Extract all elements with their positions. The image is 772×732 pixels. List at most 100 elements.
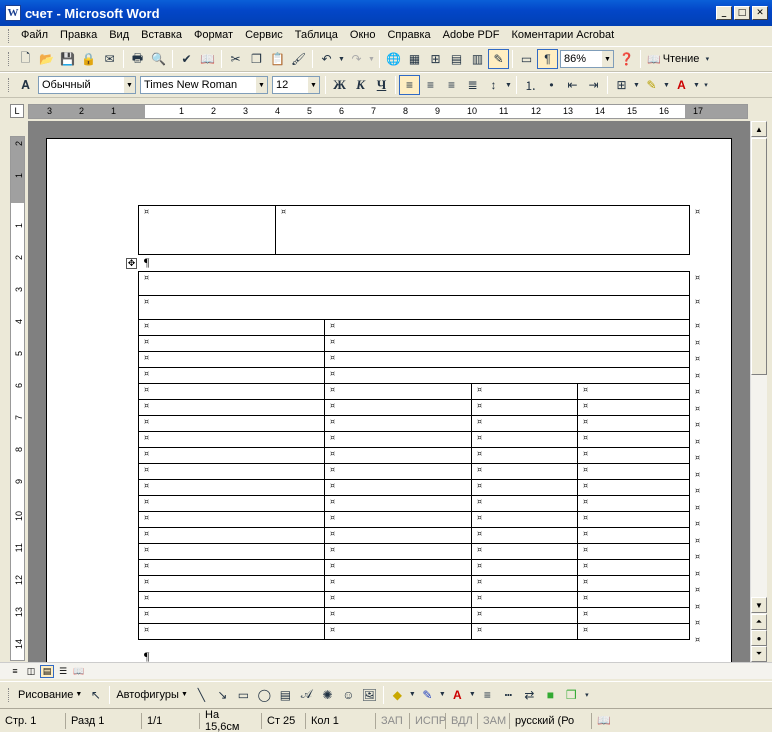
table-cell[interactable]: ¤ [324, 351, 690, 368]
table-cell[interactable]: ¤ [138, 559, 325, 576]
table-cell[interactable]: ¤ [138, 495, 325, 512]
table-cell[interactable]: ¤ [324, 511, 472, 528]
table-cell[interactable]: ¤ [324, 319, 690, 336]
horizontal-ruler[interactable]: 3 2 1 1 2 3 4 5 6 7 8 9 10 11 12 13 14 15 16 17 [28, 104, 748, 119]
table-cell[interactable]: ¤ [324, 335, 690, 352]
line-spacing-dropdown-icon[interactable]: ▼ [504, 75, 513, 95]
copy-icon[interactable]: ❐ [246, 49, 267, 69]
print-layout-icon[interactable]: ▤ [40, 664, 54, 678]
table-cell[interactable]: ¤ [577, 447, 690, 464]
format-painter-icon[interactable]: 🖌 [288, 49, 309, 69]
style-select[interactable]: Обычный ▼ [38, 76, 136, 94]
help-icon[interactable]: ❓ [616, 49, 637, 69]
insert-excel-icon[interactable]: ▤ [446, 49, 467, 69]
fill-color-dropdown-icon[interactable]: ▼ [408, 685, 417, 705]
table-cell[interactable]: ¤ [471, 479, 578, 496]
show-formatting-icon[interactable]: ¶ [537, 49, 558, 69]
toolbar-grip[interactable] [8, 78, 11, 92]
table-cell[interactable]: ¤ [471, 591, 578, 608]
table-cell[interactable]: ¤ [324, 415, 472, 432]
table-cell[interactable]: ¤ [324, 543, 472, 560]
document-area[interactable]: ¤ ¤ ¤ ✥ ¶ ¤ ¤ ¤ ¤ ¤ ¤ ¤ ¤ ¤ ¤ ¤ ¤ ¤ ¤ ¤ ¤ ¤ ¤ ¤ ¤ ¤ ¤ ¤ ¤ ¤ ¤ ¤ ¤ ¤ ¤… [28, 121, 750, 662]
table-cell[interactable]: ¤ [324, 399, 472, 416]
menu-adobe-pdf[interactable]: Adobe PDF [437, 27, 506, 44]
table-move-handle-icon[interactable]: ✥ [126, 258, 137, 269]
menu-edit[interactable]: Правка [54, 27, 103, 44]
print-icon[interactable]: 🖶 [127, 49, 148, 69]
document-map-icon[interactable]: ▭ [516, 49, 537, 69]
menu-insert[interactable]: Вставка [135, 27, 188, 44]
styles-formatting-icon[interactable]: 𝐀 [15, 75, 36, 95]
permission-icon[interactable]: 🔒 [78, 49, 99, 69]
picture-icon[interactable]: 🖼 [359, 685, 380, 705]
wordart-icon[interactable]: 𝒜 [296, 685, 317, 705]
table-cell[interactable]: ¤ [471, 559, 578, 576]
status-record[interactable]: ЗАП [376, 712, 410, 729]
toolbar-options-icon[interactable]: ▾ [582, 685, 592, 705]
table-cell[interactable]: ¤ [577, 607, 690, 624]
table-cell[interactable]: ¤ [324, 463, 472, 480]
toolbar-grip[interactable] [8, 28, 11, 43]
table-cell[interactable]: ¤ [324, 623, 472, 640]
highlight-icon[interactable]: ✎ [641, 75, 662, 95]
font-select[interactable]: Times New Roman ▼ [140, 76, 268, 94]
table-cell[interactable]: ¤ [275, 205, 690, 255]
zoom-select[interactable]: 86% ▼ [560, 50, 614, 68]
table-cell[interactable]: ¤ [577, 463, 690, 480]
table-cell[interactable]: ¤ [324, 495, 472, 512]
menu-format[interactable]: Формат [188, 27, 239, 44]
menu-file[interactable]: Файл [15, 27, 54, 44]
fill-color-icon[interactable]: ◆ [387, 685, 408, 705]
table-cell[interactable]: ¤ [324, 479, 472, 496]
maximize-button[interactable]: □ [734, 6, 750, 20]
scroll-up-icon[interactable]: ▲ [751, 121, 767, 137]
draw-menu-button[interactable]: Рисование ▼ [15, 685, 85, 705]
table-cell[interactable]: ¤ [577, 383, 690, 400]
save-icon[interactable]: 💾 [57, 49, 78, 69]
web-view-icon[interactable]: ◫ [24, 665, 38, 678]
drawing-icon[interactable]: ✎ [488, 49, 509, 69]
vertical-scrollbar[interactable]: ▲ ▼ ⏶ ● ⏷ [750, 121, 767, 662]
line-color-dropdown-icon[interactable]: ▼ [438, 685, 447, 705]
font-color-dropdown-icon[interactable]: ▼ [692, 75, 701, 95]
email-icon[interactable]: ✉ [99, 49, 120, 69]
table-cell[interactable]: ¤ [471, 607, 578, 624]
toolbar-options-icon[interactable]: ▾ [702, 49, 712, 69]
table-cell[interactable]: ¤ [577, 399, 690, 416]
reading-layout-button[interactable]: 📖 Чтение [644, 49, 702, 69]
menu-view[interactable]: Вид [103, 27, 135, 44]
table-cell[interactable]: ¤ [471, 623, 578, 640]
font-size-select[interactable]: 12 ▼ [272, 76, 320, 94]
table-cell[interactable]: ¤ [577, 495, 690, 512]
scroll-thumb[interactable] [751, 138, 767, 375]
table-cell[interactable]: ¤ [324, 431, 472, 448]
table-cell[interactable]: ¤ [577, 431, 690, 448]
scroll-down-icon[interactable]: ▼ [751, 597, 767, 613]
align-center-icon[interactable]: ≡ [420, 75, 441, 95]
table-cell[interactable]: ¤ [577, 543, 690, 560]
hyperlink-icon[interactable]: 🌐 [383, 49, 404, 69]
paste-icon[interactable]: 📋 [267, 49, 288, 69]
table-cell[interactable]: ¤ [577, 559, 690, 576]
undo-dropdown-icon[interactable]: ▼ [337, 49, 346, 69]
line-color-icon[interactable]: ✎ [417, 685, 438, 705]
line-style-icon[interactable]: ≡ [477, 685, 498, 705]
table-cell[interactable]: ¤ [471, 431, 578, 448]
open-folder-icon[interactable]: 📂 [36, 49, 57, 69]
bold-button[interactable]: Ж [329, 75, 350, 95]
underline-button[interactable]: Ч [371, 75, 392, 95]
table-cell[interactable]: ¤ [471, 447, 578, 464]
numbering-icon[interactable]: ⒈ [520, 75, 541, 95]
table-cell[interactable]: ¤ [471, 399, 578, 416]
decrease-indent-icon[interactable]: ⇤ [562, 75, 583, 95]
browse-object-icon[interactable]: ● [751, 630, 767, 646]
table-cell[interactable]: ¤ [324, 607, 472, 624]
table-cell[interactable]: ¤ [138, 271, 690, 296]
rectangle-icon[interactable]: ▭ [233, 685, 254, 705]
3d-icon[interactable]: ❒ [561, 685, 582, 705]
line-spacing-icon[interactable]: ↕ [483, 75, 504, 95]
outline-view-icon[interactable]: ☰ [56, 665, 70, 678]
table-cell[interactable]: ¤ [471, 495, 578, 512]
table-cell[interactable]: ¤ [471, 543, 578, 560]
insert-table-icon[interactable]: ⊞ [425, 49, 446, 69]
